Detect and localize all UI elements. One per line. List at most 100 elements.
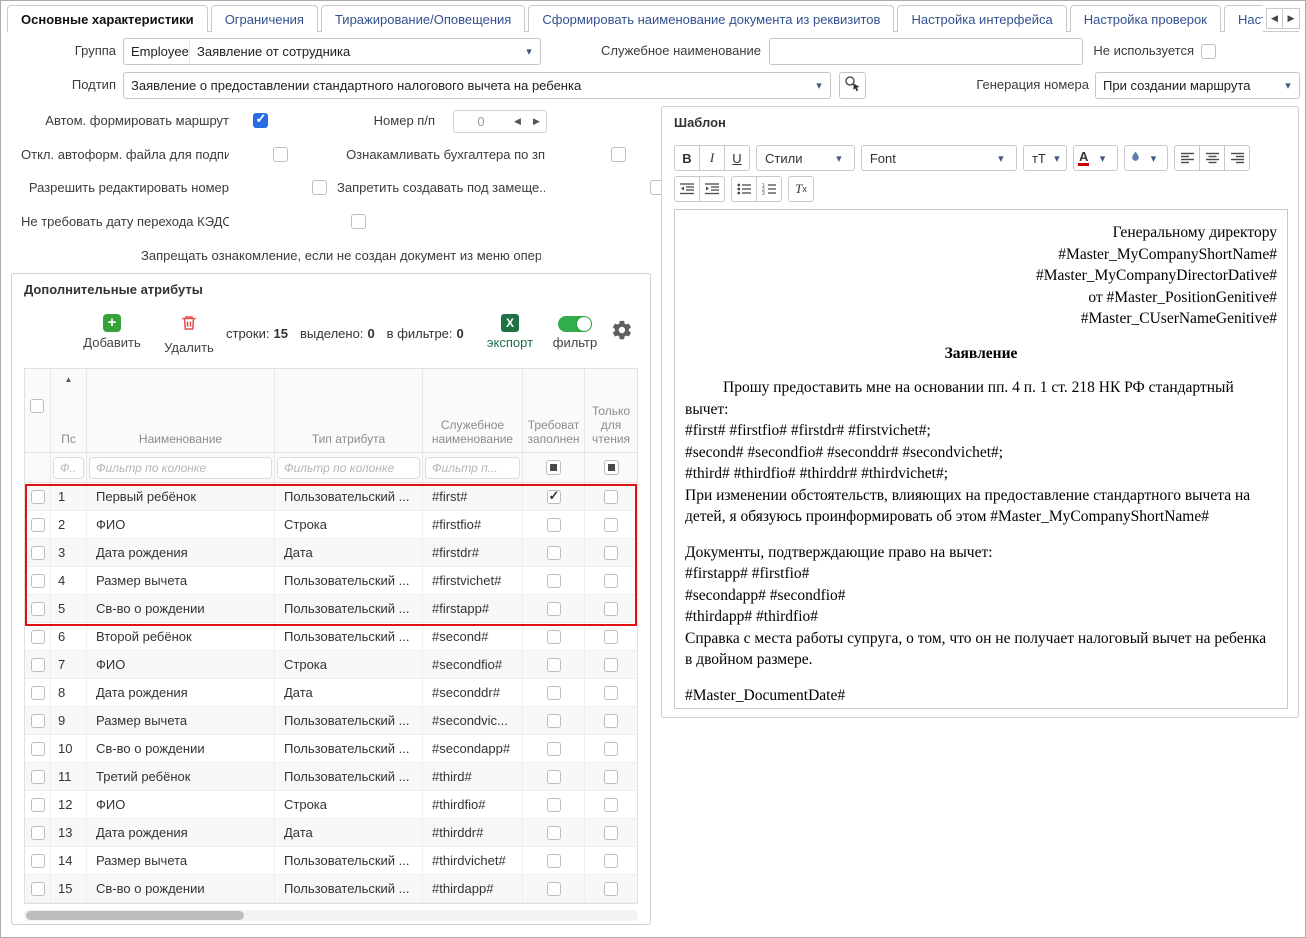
column-header-num[interactable]: Пс [53,432,84,446]
delete-button[interactable]: Удалить [154,314,224,355]
table-row[interactable]: 6 Второй ребёнок Пользовательский ... #s… [25,623,637,651]
row-select-checkbox[interactable] [31,490,45,504]
readonly-checkbox[interactable] [604,882,618,896]
row-select-checkbox[interactable] [31,518,45,532]
filter-input-type[interactable] [277,457,420,479]
align-right-button[interactable] [1224,145,1250,171]
tab[interactable]: Настройка [1224,5,1263,32]
auto-route-checkbox[interactable] [253,113,268,128]
table-row[interactable]: 2 ФИО Строка #firstfio# [25,511,637,539]
required-checkbox[interactable] [547,518,561,532]
filter-required-checkbox[interactable] [546,460,561,475]
tab[interactable]: Сформировать наименование документа из р… [528,5,894,32]
row-select-checkbox[interactable] [31,574,45,588]
group-select[interactable]: Employee! Заявление от сотрудника ▾ [123,38,541,65]
required-checkbox[interactable] [547,574,561,588]
row-select-checkbox[interactable] [31,602,45,616]
tab[interactable]: Тиражирование/Оповещения [321,5,525,32]
font-color-button[interactable]: A ▾ [1073,145,1119,171]
subtype-picker-button[interactable] [839,72,866,99]
table-row[interactable]: 7 ФИО Строка #secondfio# [25,651,637,679]
required-checkbox[interactable] [547,826,561,840]
readonly-checkbox[interactable] [604,714,618,728]
tab[interactable]: Настройка интерфейса [897,5,1066,32]
required-checkbox[interactable] [547,630,561,644]
table-row[interactable]: 14 Размер вычета Пользовательский ... #t… [25,847,637,875]
required-checkbox[interactable] [547,714,561,728]
tab[interactable]: Основные характеристики [7,5,208,32]
readonly-checkbox[interactable] [604,798,618,812]
export-button[interactable]: X экспорт [478,314,542,350]
row-select-checkbox[interactable] [31,658,45,672]
spinner-decrement-button[interactable]: ◀ [508,116,527,127]
row-select-checkbox[interactable] [31,546,45,560]
readonly-checkbox[interactable] [604,826,618,840]
readonly-checkbox[interactable] [604,770,618,784]
table-row[interactable]: 12 ФИО Строка #thirdfio# [25,791,637,819]
scrollbar-thumb[interactable] [26,911,244,920]
required-checkbox[interactable] [547,770,561,784]
clear-formatting-button[interactable]: Тх [788,176,814,202]
required-checkbox[interactable] [547,686,561,700]
align-center-button[interactable] [1199,145,1225,171]
required-checkbox[interactable] [547,742,561,756]
underline-button[interactable]: U [724,145,750,171]
service-name-input[interactable] [769,38,1083,65]
disable-autoform-checkbox[interactable] [273,147,288,162]
required-checkbox[interactable] [547,798,561,812]
row-select-checkbox[interactable] [31,798,45,812]
required-checkbox[interactable] [547,854,561,868]
tab[interactable]: Ограничения [211,5,318,32]
styles-select[interactable]: Стили ▾ [756,145,855,171]
highlight-color-button[interactable]: ▾ [1124,145,1168,171]
italic-button[interactable]: I [699,145,725,171]
readonly-checkbox[interactable] [604,854,618,868]
horizontal-scrollbar[interactable] [24,910,638,921]
required-checkbox[interactable] [547,658,561,672]
settings-button[interactable] [611,319,633,346]
row-select-checkbox[interactable] [31,714,45,728]
readonly-checkbox[interactable] [604,546,618,560]
filter-toggle[interactable]: фильтр [547,314,603,350]
spinner-increment-button[interactable]: ▶ [527,116,546,127]
readonly-checkbox[interactable] [604,658,618,672]
table-row[interactable]: 9 Размер вычета Пользовательский ... #se… [25,707,637,735]
readonly-checkbox[interactable] [604,574,618,588]
numbered-list-button[interactable]: 123 [756,176,782,202]
column-header-readonly[interactable]: Только для чтения [587,404,635,446]
table-row[interactable]: 1 Первый ребёнок Пользовательский ... #f… [25,483,637,511]
readonly-checkbox[interactable] [604,602,618,616]
required-checkbox[interactable] [547,490,561,504]
outdent-button[interactable] [674,176,700,202]
tabs-scroll-left-button[interactable]: ◀ [1266,8,1283,29]
row-select-checkbox[interactable] [31,630,45,644]
align-left-button[interactable] [1174,145,1200,171]
not-used-checkbox[interactable] [1201,44,1216,59]
subtype-select[interactable]: Заявление о предоставлении стандартного … [123,72,831,99]
filter-input-service[interactable] [425,457,520,479]
add-button[interactable]: + Добавить [74,314,150,350]
row-select-checkbox[interactable] [31,742,45,756]
column-header-type[interactable]: Тип атрибута [277,432,420,446]
column-header-service[interactable]: Служебное наименование [425,418,520,446]
no-kedo-date-checkbox[interactable] [351,214,366,229]
table-row[interactable]: 8 Дата рождения Дата #seconddr# [25,679,637,707]
row-select-checkbox[interactable] [31,770,45,784]
bold-button[interactable]: B [674,145,700,171]
sort-asc-icon[interactable]: ▲ [51,375,86,384]
row-select-checkbox[interactable] [31,882,45,896]
table-row[interactable]: 5 Св-во о рождении Пользовательский ... … [25,595,637,623]
font-select[interactable]: Font ▾ [861,145,1017,171]
allow-edit-number-checkbox[interactable] [312,180,327,195]
column-header-required[interactable]: Требоват заполнен [525,418,582,446]
table-row[interactable]: 13 Дата рождения Дата #thirddr# [25,819,637,847]
column-header-name[interactable]: Наименование [89,432,272,446]
row-select-checkbox[interactable] [31,686,45,700]
required-checkbox[interactable] [547,546,561,560]
readonly-checkbox[interactable] [604,630,618,644]
readonly-checkbox[interactable] [604,742,618,756]
tabs-scroll-right-button[interactable]: ▶ [1283,8,1300,29]
required-checkbox[interactable] [547,602,561,616]
row-select-checkbox[interactable] [31,854,45,868]
row-select-checkbox[interactable] [31,826,45,840]
